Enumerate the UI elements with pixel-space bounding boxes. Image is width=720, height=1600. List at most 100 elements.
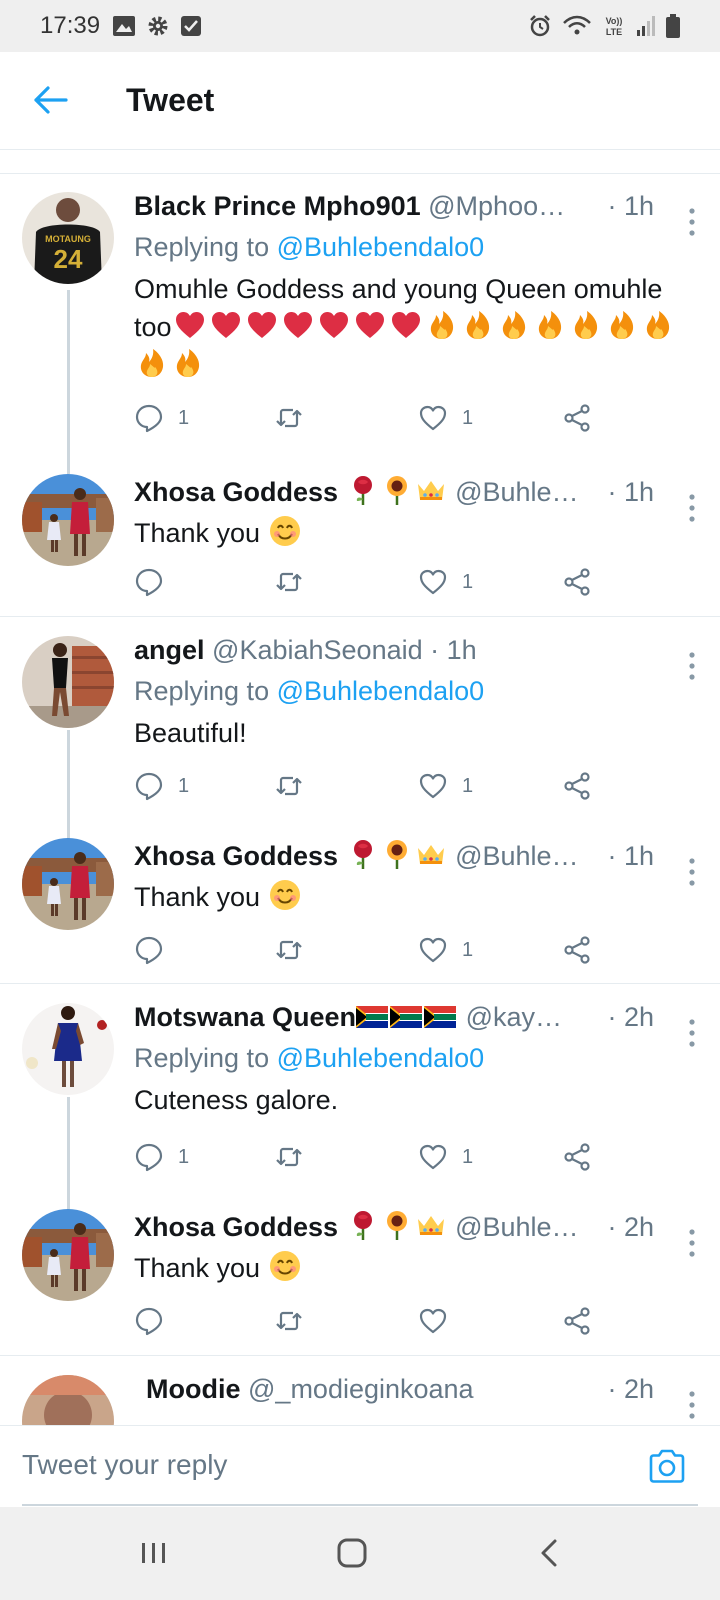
tweet-handle[interactable]: @Buhle… — [455, 477, 578, 507]
like-button[interactable]: 1 — [418, 932, 473, 968]
heart-icon — [418, 1142, 448, 1172]
south-africa-flag-emoji — [424, 1006, 456, 1028]
reply-button[interactable]: 1 — [134, 768, 189, 804]
retweet-button[interactable] — [274, 400, 318, 436]
tweet-handle[interactable]: @_modieginkoana — [248, 1374, 474, 1404]
more-options-icon[interactable] — [682, 1389, 702, 1421]
retweet-icon — [274, 935, 304, 965]
retweet-button[interactable] — [274, 1303, 318, 1339]
image-icon — [113, 16, 136, 36]
home-icon[interactable] — [332, 1535, 372, 1571]
replying-to: Replying to @Buhlebendalo0 — [134, 676, 485, 706]
mention-link[interactable]: @Buhlebendalo0 — [277, 232, 485, 262]
reply-input[interactable] — [22, 1426, 698, 1506]
reply-button[interactable] — [134, 564, 178, 600]
tweet-time: · 1h — [601, 474, 654, 510]
share-button[interactable] — [562, 768, 592, 804]
rose-emoji — [346, 474, 380, 506]
like-count: 1 — [462, 938, 474, 961]
tweet-time: · 1h — [601, 188, 654, 224]
fire-emoji — [532, 309, 568, 341]
reply-button[interactable] — [134, 1303, 178, 1339]
like-count: 1 — [462, 570, 474, 593]
avatar[interactable] — [22, 192, 114, 284]
heart-icon — [418, 771, 448, 801]
retweet-icon — [274, 1306, 304, 1336]
thread-line — [67, 290, 70, 474]
tweet-author-name[interactable]: Moodie — [146, 1374, 241, 1404]
reply-button[interactable] — [134, 932, 178, 968]
south-africa-flag-emoji — [356, 1006, 388, 1028]
more-options-icon[interactable] — [682, 650, 702, 682]
like-button[interactable]: 1 — [418, 1139, 473, 1175]
status-time: 17:39 — [40, 12, 101, 39]
mention-link[interactable]: @Buhlebendalo0 — [277, 676, 485, 706]
page-title: Tweet — [126, 82, 215, 118]
tweet-actions — [134, 1303, 614, 1339]
recent-apps-icon[interactable] — [134, 1535, 174, 1571]
tweet-actions: 1 1 — [134, 1139, 614, 1175]
tweet-author-name[interactable]: Xhosa Goddess — [134, 477, 338, 507]
more-options-icon[interactable] — [682, 492, 702, 524]
heart-icon — [418, 935, 448, 965]
share-icon — [562, 935, 592, 965]
avatar[interactable] — [22, 1003, 114, 1095]
more-options-icon[interactable] — [682, 1227, 702, 1259]
tweet-text: Thank you — [134, 1249, 680, 1287]
tweet-handle[interactable]: @kay… — [466, 1002, 562, 1032]
avatar[interactable] — [22, 636, 114, 728]
share-icon — [562, 771, 592, 801]
tweet-handle[interactable]: @Buhle… — [455, 841, 578, 871]
like-button[interactable]: 1 — [418, 768, 473, 804]
retweet-button[interactable] — [274, 564, 318, 600]
tweet-author-name[interactable]: Xhosa Goddess — [134, 841, 338, 871]
avatar[interactable] — [22, 1375, 114, 1425]
share-button[interactable] — [562, 1303, 592, 1339]
more-options-icon[interactable] — [682, 856, 702, 888]
sunflower-emoji — [380, 474, 414, 506]
thread-list[interactable]: Black Prince Mpho901 @Mphoo… · 1h Replyi… — [0, 150, 720, 1425]
tweet-actions: 1 1 — [134, 400, 614, 436]
share-button[interactable] — [562, 932, 592, 968]
camera-icon[interactable] — [648, 1448, 686, 1484]
heart-icon — [418, 1306, 448, 1336]
avatar[interactable] — [22, 1209, 114, 1301]
fire-emoji — [604, 309, 640, 341]
tweet-handle[interactable]: @Buhle… — [455, 1212, 578, 1242]
share-button[interactable] — [562, 564, 592, 600]
more-options-icon[interactable] — [682, 1017, 702, 1049]
thread-line — [67, 1097, 70, 1219]
tweet-time: · 1h — [601, 838, 654, 874]
tweet-author-name[interactable]: Black Prince Mpho901 — [134, 191, 421, 221]
reply-button[interactable]: 1 — [134, 400, 189, 436]
retweet-button[interactable] — [274, 768, 318, 804]
tweet-time: · 2h — [601, 1209, 654, 1245]
back-arrow-icon[interactable] — [30, 80, 70, 120]
crown-emoji — [414, 474, 448, 506]
mention-link[interactable]: @Buhlebendalo0 — [277, 1043, 485, 1073]
like-button[interactable]: 1 — [418, 400, 473, 436]
status-bar: 17:39 Vo)) LTE — [0, 0, 720, 52]
tweet-author-name[interactable]: Xhosa Goddess — [134, 1212, 338, 1242]
like-button[interactable] — [418, 1303, 462, 1339]
tweet-handle[interactable]: @KabiahSeonaid — [212, 635, 423, 665]
tweet-handle[interactable]: @Mphoo… — [428, 191, 565, 221]
avatar[interactable] — [22, 838, 114, 930]
app-header: Tweet — [0, 52, 720, 150]
retweet-button[interactable] — [274, 1139, 318, 1175]
replying-to: Replying to @Buhlebendalo0 — [134, 1043, 485, 1073]
share-button[interactable] — [562, 1139, 592, 1175]
sunflower-emoji — [380, 1209, 414, 1241]
tweet-author-name[interactable]: Motswana Queen — [134, 1002, 356, 1032]
thread-line — [67, 730, 70, 848]
retweet-button[interactable] — [274, 932, 318, 968]
smiling-face-emoji — [268, 515, 302, 547]
reply-button[interactable]: 1 — [134, 1139, 189, 1175]
crown-emoji — [414, 1209, 448, 1241]
tweet-author-name[interactable]: angel — [134, 635, 205, 665]
share-button[interactable] — [562, 400, 592, 436]
more-options-icon[interactable] — [682, 206, 702, 238]
like-button[interactable]: 1 — [418, 564, 473, 600]
back-nav-icon[interactable] — [530, 1535, 570, 1571]
avatar[interactable] — [22, 474, 114, 566]
